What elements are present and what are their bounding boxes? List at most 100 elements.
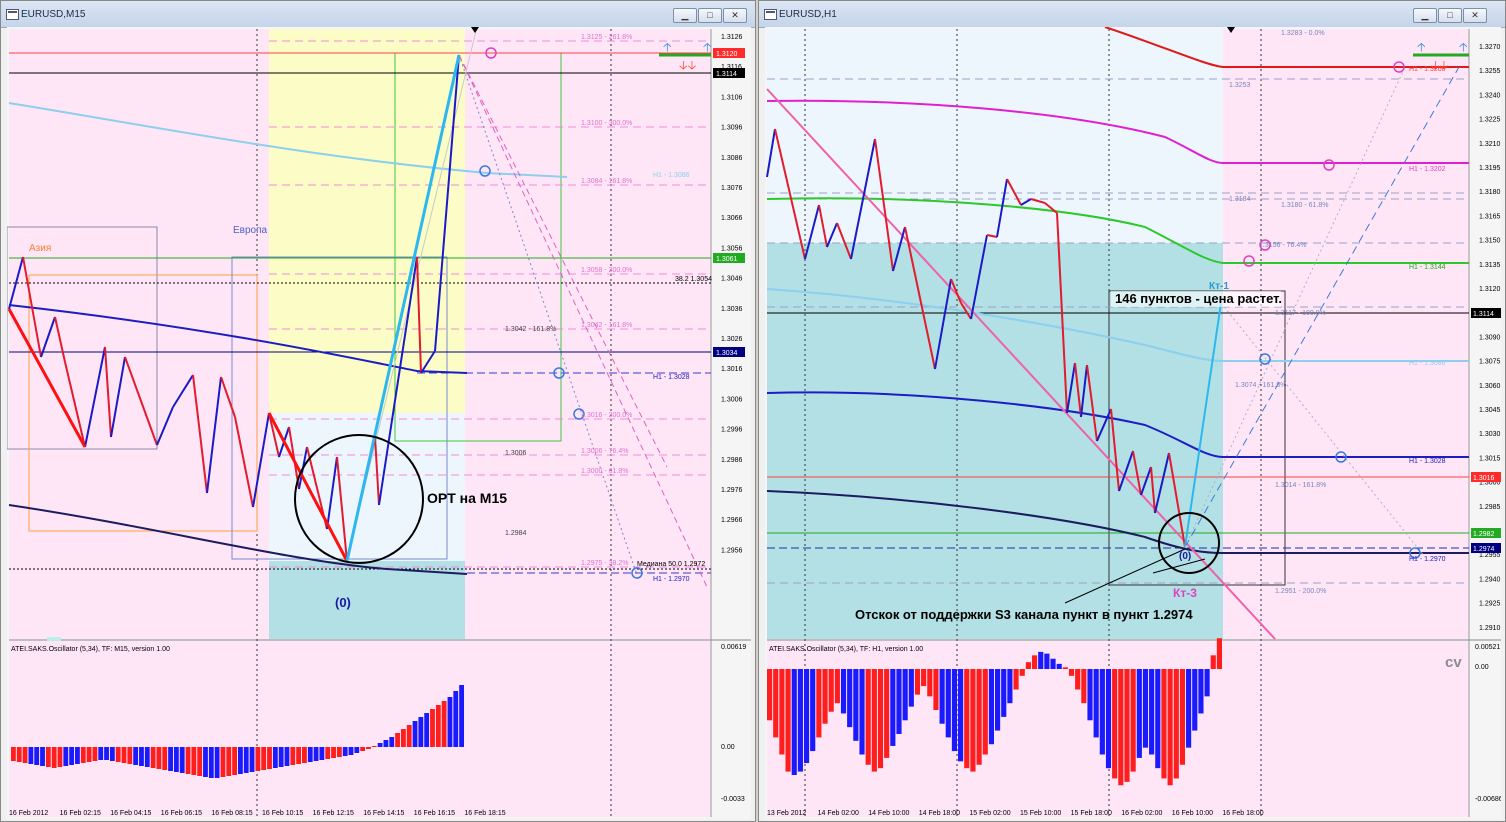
annotation-kt1: Кт-1 <box>1209 281 1229 292</box>
price-scale-label: 1.3015 <box>1479 455 1501 462</box>
time-axis-label: 15 Feb 18:00 <box>1071 810 1112 817</box>
chart-window-h1: EURUSD,H1 ▁ □ ✕ 🡡 🡡 🡣🡣 146 пунктов - цена р… <box>758 0 1506 822</box>
oscillator-bar <box>1050 658 1056 669</box>
oscillator-bar <box>360 747 366 751</box>
annotation-info: 146 пунктов - цена растет. <box>1115 291 1282 306</box>
oscillator-bar <box>447 697 453 747</box>
minimize-button[interactable]: ▁ <box>1413 8 1437 23</box>
price-scale-label: 1.3126 <box>721 34 743 41</box>
oscillator-bar <box>865 669 871 765</box>
oscillator-bar <box>144 747 150 767</box>
oscillator-bar <box>366 747 371 749</box>
fib-label: 1.3184 <box>1229 196 1251 203</box>
oscillator-bar <box>958 669 964 762</box>
oscillator-bar <box>927 669 933 697</box>
fib-label: 1.3100 - 300.0% <box>581 120 632 127</box>
oscillator-bar <box>1056 663 1062 669</box>
oscillator-bar <box>435 705 441 747</box>
minimize-button[interactable]: ▁ <box>673 8 697 23</box>
time-axis-label: 16 Feb 16:15 <box>414 810 455 817</box>
oscillator-bar <box>98 747 104 760</box>
chart-window-icon <box>764 9 777 20</box>
oscillator-bar <box>810 669 816 752</box>
oscillator-bar <box>238 747 243 774</box>
up-arrow-icon: 🡡 <box>703 40 712 54</box>
oscillator-title: ATEI.SAKS.Oscillator (5,34), TF: H1, ver… <box>769 646 923 653</box>
oscillator-bar <box>302 747 307 763</box>
session-highlight-light <box>767 29 1223 243</box>
oscillator-bar <box>840 669 847 714</box>
time-axis-label: 14 Feb 18:00 <box>919 810 960 817</box>
price-scale-label: 1.3016 <box>721 366 743 373</box>
oscillator-bar <box>877 669 884 769</box>
price-scale-label: 1.3106 <box>721 94 743 101</box>
window-titlebar[interactable]: EURUSD,M15 ▁ □ ✕ <box>1 1 755 28</box>
oscillator-bar <box>313 747 319 761</box>
fib-label: 1.3074 - 161.8% <box>1235 382 1286 389</box>
oscillator-bar <box>902 669 908 721</box>
price-chart-m15[interactable]: 🡡 🡡 🡣🡣 Азия Европа OPT на M15 (0) 1.3125 - 261.… <box>7 27 751 819</box>
level-label: H1 - 1.3086 <box>1409 360 1446 367</box>
oscillator-bar <box>859 669 865 755</box>
price-scale-label: 1.2985 <box>1479 504 1501 511</box>
oscillator-bar <box>272 747 278 768</box>
oscillator-bar <box>976 669 982 765</box>
level-label: H1 - 1.3086 <box>653 172 690 179</box>
fib-label: 1.3014 - 161.8% <box>1275 482 1326 489</box>
level-label: H1 - 1.2970 <box>1409 556 1446 563</box>
oscillator-bar <box>80 747 86 763</box>
price-scale-label: 1.2956 <box>721 547 743 554</box>
oscillator-bar <box>1198 669 1204 714</box>
price-scale-label: 1.3056 <box>721 245 743 252</box>
price-scale-label: 1.3060 <box>1479 383 1501 390</box>
level-label: H1 - 1.2970 <box>653 576 690 583</box>
maximize-button[interactable]: □ <box>698 8 722 23</box>
price-scale-label: 1.2966 <box>721 517 743 524</box>
price-scale-label: 1.2910 <box>1479 625 1501 632</box>
level-label: 1.2984 <box>505 530 527 537</box>
close-button[interactable]: ✕ <box>723 8 747 23</box>
oscillator-bar <box>51 747 57 768</box>
oscillator-bar <box>933 669 939 711</box>
fib-label: 1.3283 - 0.0% <box>1281 30 1325 37</box>
price-chart-h1[interactable]: 🡡 🡡🡣🡣146 пунктов - цена растет.Отскок от … <box>765 27 1501 819</box>
oscillator-bar <box>226 747 232 776</box>
oscillator-bar <box>982 669 988 755</box>
time-axis-label: 16 Feb 12:15 <box>313 810 354 817</box>
oscillator-bar <box>853 669 859 741</box>
level-label: H1 - 1.3028 <box>1409 458 1446 465</box>
oscillator-bar <box>459 685 464 747</box>
oscillator-bar <box>150 747 156 768</box>
oscillator-bar <box>779 669 785 755</box>
oscillator-bar <box>284 747 290 766</box>
price-scale-label: 1.3045 <box>1479 407 1501 414</box>
oscillator-bar <box>945 669 951 738</box>
oscillator-bar <box>1155 669 1161 769</box>
oscillator-bar <box>988 669 994 745</box>
oscillator-bar <box>69 747 75 765</box>
price-scale-label: 1.3046 <box>721 276 743 283</box>
oscillator-bar <box>173 747 179 772</box>
oscillator-bar <box>104 747 109 760</box>
oscillator-bar <box>371 746 377 747</box>
price-scale-label: 1.3026 <box>721 336 743 343</box>
price-scale-label: 1.3090 <box>1479 334 1501 341</box>
time-axis-label: 16 Feb 02:00 <box>1121 810 1162 817</box>
oscillator-bar <box>418 717 424 747</box>
price-badge-label: 1.3114 <box>1473 311 1494 318</box>
time-axis-label: 15 Feb 02:00 <box>969 810 1010 817</box>
oscillator-bar <box>1173 669 1179 779</box>
window-titlebar[interactable]: EURUSD,H1 ▁ □ ✕ <box>759 1 1505 28</box>
close-button[interactable]: ✕ <box>1463 8 1487 23</box>
oscillator-bar <box>319 747 325 760</box>
price-scale-label: 1.2976 <box>721 487 743 494</box>
maximize-button[interactable]: □ <box>1438 8 1462 23</box>
time-axis-label: 16 Feb 08:15 <box>211 810 252 817</box>
oscillator-bar <box>1031 655 1038 669</box>
price-scale-label: 1.3210 <box>1479 141 1501 148</box>
window-title: EURUSD,H1 <box>779 9 837 20</box>
oscillator-bar <box>785 669 791 772</box>
oscillator-bar <box>995 669 1001 731</box>
oscillator-bar <box>1068 669 1075 676</box>
time-axis-label: 16 Feb 10:15 <box>262 810 303 817</box>
